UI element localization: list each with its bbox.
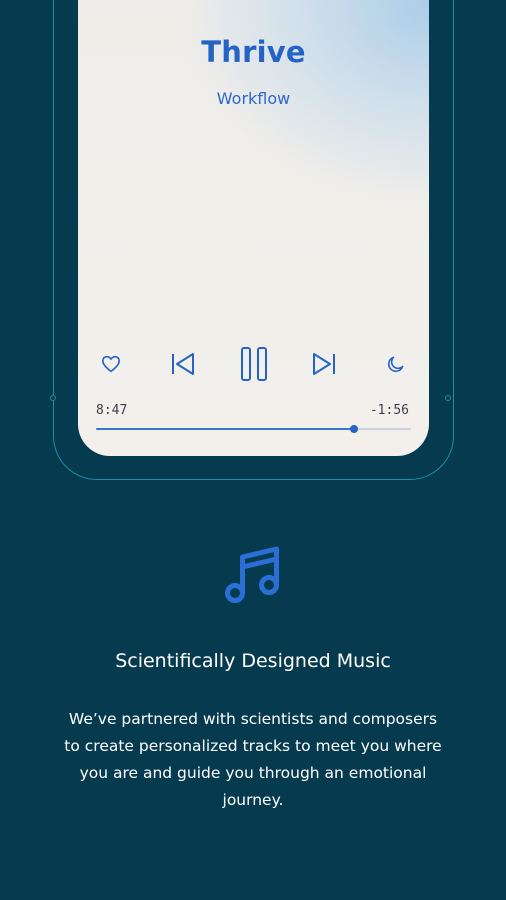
skip-forward-icon[interactable] — [309, 350, 339, 378]
progress-knob[interactable] — [350, 425, 359, 433]
pause-icon[interactable] — [238, 345, 270, 383]
remaining-time: -1:56 — [369, 403, 409, 418]
track-subtitle: Workflow — [216, 89, 291, 108]
phone-side-button-left — [50, 395, 56, 401]
progress-bar[interactable] — [96, 425, 411, 433]
progress-fill — [96, 428, 355, 430]
track-title: Thrive — [201, 35, 306, 69]
heart-icon[interactable] — [100, 353, 122, 375]
phone-screen: Thrive Workflow 8:47 -1:56 — [78, 0, 429, 456]
music-note-icon — [221, 543, 285, 607]
skip-back-icon[interactable] — [168, 350, 198, 378]
elapsed-time: 8:47 — [96, 403, 128, 418]
moon-icon[interactable] — [384, 353, 406, 375]
feature-headline: Scientifically Designed Music — [115, 650, 391, 672]
feature-description: We’ve partnered with scientists and comp… — [64, 710, 442, 809]
phone-side-button-right — [445, 395, 451, 401]
